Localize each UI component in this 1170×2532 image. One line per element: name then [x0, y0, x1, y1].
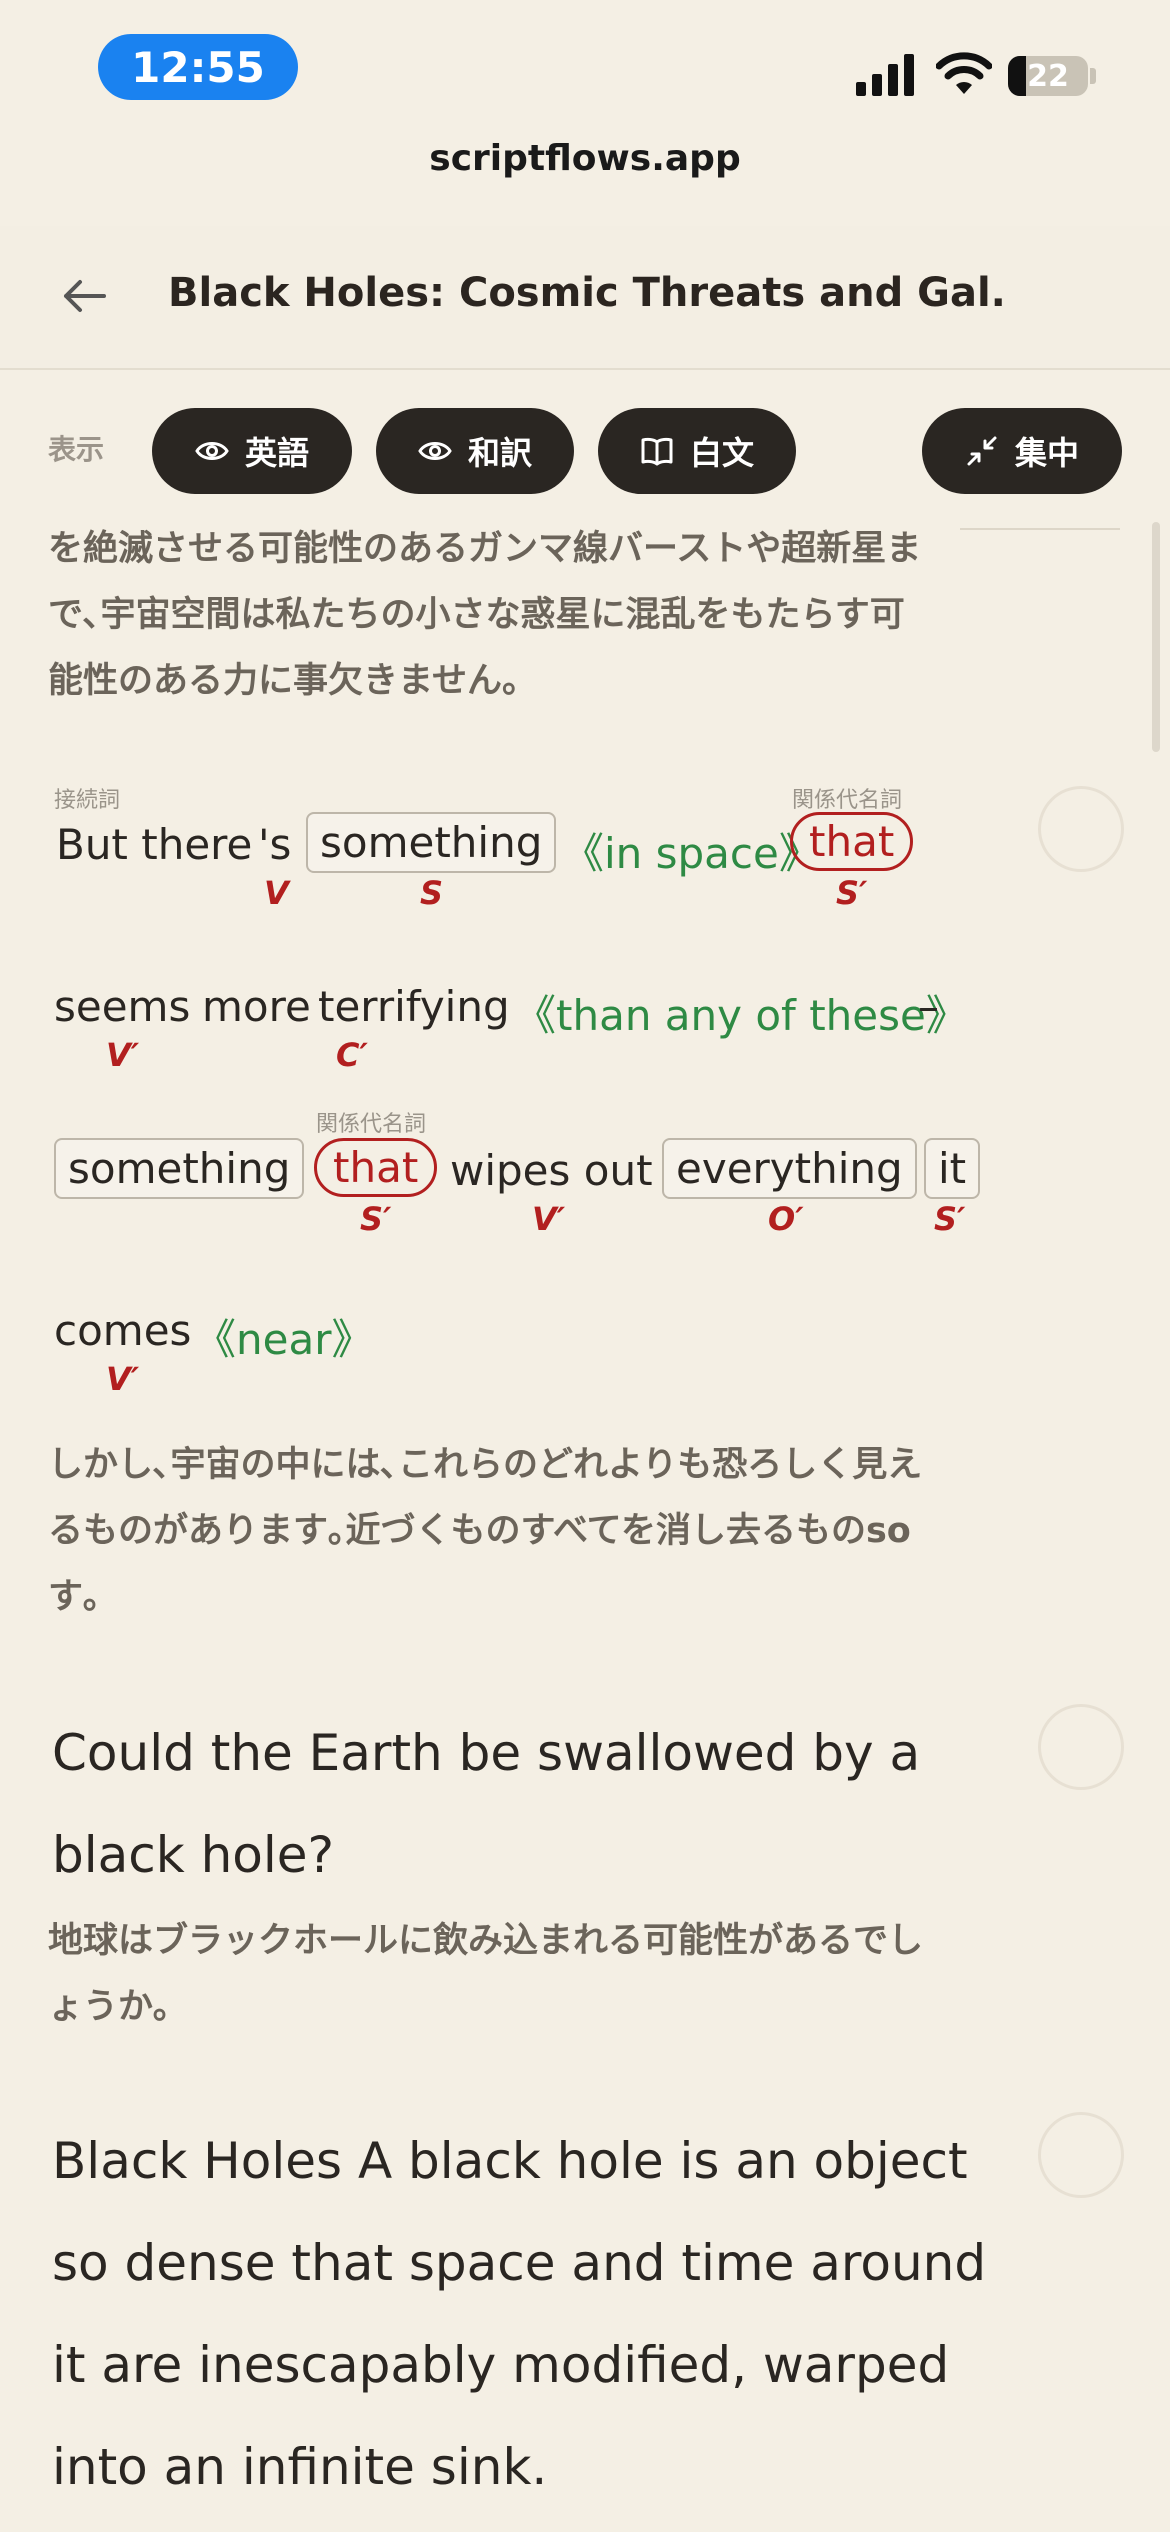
english-sentence[interactable]: Could the Earth be swallowed by a black …	[52, 1702, 1012, 1906]
translation-line: るものがあります｡近づくものすべてを消し去るものso	[48, 1511, 911, 1551]
display-label: 表示	[48, 433, 105, 466]
prepositional-phrase[interactable]: 《near》	[194, 1306, 373, 1367]
battery-cap	[1090, 68, 1096, 84]
back-arrow-icon[interactable]	[60, 274, 108, 318]
translation-paragraph: しかし､宇宙の中には､これらのどれよりも恐ろしく見え るものがあります｡近づくも…	[48, 1432, 998, 1630]
collapse-arrows-icon	[967, 436, 997, 466]
translation-line: 地球はブラックホールに飲み込まれる可能性があるでし	[48, 1921, 924, 1961]
dash-token: –	[918, 982, 939, 1031]
relative-pronoun-bubble[interactable]: that	[314, 1138, 438, 1197]
role-label-subject-clause: S′	[836, 874, 868, 912]
sentence-line: black hole?	[52, 1826, 335, 1884]
scrollbar[interactable]	[1152, 522, 1160, 752]
role-label-verb: V	[264, 874, 289, 912]
subject-phrase-box[interactable]: it	[924, 1138, 981, 1199]
sentence-line: it are inescapably modified, warped	[52, 2336, 950, 2394]
translation-paragraph: を絶滅させる可能性のあるガンマ線バーストや超新星ま で､宇宙空間は私たちの小さな…	[48, 516, 998, 714]
eye-icon	[418, 442, 452, 460]
role-label-object: O′	[768, 1200, 804, 1238]
word-token[interactable]: wipes out	[450, 1146, 653, 1195]
role-label-verb-clause: V′	[106, 1360, 140, 1398]
sentence-line: into an infinite sink.	[52, 2438, 548, 2496]
grammar-tag-conjunction: 接続詞	[54, 788, 121, 813]
relative-pronoun-bubble[interactable]: that	[790, 812, 914, 871]
translation-line: ょうか｡	[48, 1987, 171, 2027]
battery-level: 22	[1027, 58, 1069, 94]
role-label-complement: C′	[336, 1036, 368, 1074]
role-label-subject: S	[420, 874, 444, 912]
toggle-plain-text-button[interactable]: 白文	[598, 408, 796, 494]
url-label[interactable]: scriptflows.app	[0, 138, 1170, 179]
cellular-signal-icon	[856, 54, 914, 96]
focus-mode-button[interactable]: 集中	[922, 408, 1122, 494]
prepositional-phrase[interactable]: 《than any of these》	[514, 982, 968, 1043]
translation-paragraph: 地球はブラックホールに飲み込まれる可能性があるでし ょうか｡	[48, 1908, 998, 2040]
toggle-english-label: 英語	[244, 434, 309, 472]
word-token[interactable]: But there	[56, 820, 252, 869]
role-label-subject-clause: S′	[360, 1200, 392, 1238]
word-token[interactable]: 's	[258, 820, 291, 869]
toggle-translation-label: 和訳	[467, 434, 532, 472]
word-token[interactable]: seems	[54, 982, 190, 1031]
sentence-select-circle[interactable]	[1038, 2112, 1124, 2198]
translation-line: を絶滅させる可能性のあるガンマ線バーストや超新星ま	[48, 529, 922, 569]
toggle-english-button[interactable]: 英語	[152, 408, 352, 494]
prepositional-phrase[interactable]: 《in space》	[562, 820, 821, 881]
word-token[interactable]: terrifying	[318, 982, 510, 1031]
book-icon	[641, 437, 673, 466]
battery-icon: 22	[1008, 56, 1088, 96]
translation-line: で､宇宙空間は私たちの小さな惑星に混乱をもたらす可	[48, 595, 905, 635]
subject-phrase-box[interactable]: something	[54, 1138, 305, 1199]
role-label-verb-clause: V′	[106, 1036, 140, 1074]
subject-phrase-box[interactable]: something	[306, 812, 557, 873]
grammar-tag-relative-pronoun: 関係代名詞	[316, 1112, 427, 1137]
role-label-subject-clause: S′	[934, 1200, 966, 1238]
english-sentence[interactable]: Black Holes A black hole is an object so…	[52, 2110, 1012, 2518]
translation-line: す｡	[48, 1577, 101, 1617]
status-bar: 12:55 22 scriptflows.app	[0, 0, 1170, 179]
page-title: Black Holes: Cosmic Threats and Gal...	[168, 270, 1008, 316]
eye-icon	[195, 442, 229, 460]
status-time[interactable]: 12:55	[98, 34, 298, 100]
translation-line: 能性のある力に事欠きません。	[48, 661, 537, 701]
word-token[interactable]: more	[202, 982, 311, 1031]
focus-mode-label: 集中	[1014, 434, 1079, 472]
object-phrase-box[interactable]: everything	[662, 1138, 917, 1199]
sentence-select-circle[interactable]	[1038, 786, 1124, 872]
wifi-icon	[936, 52, 992, 94]
sentence-line: Could the Earth be swallowed by a	[52, 1724, 921, 1782]
toggle-plain-text-label: 白文	[689, 434, 754, 472]
page-header: Black Holes: Cosmic Threats and Gal...	[0, 226, 1170, 370]
word-token[interactable]: comes	[54, 1306, 191, 1355]
role-label-verb-clause: V′	[532, 1200, 566, 1238]
sentence-select-circle[interactable]	[1038, 1704, 1124, 1790]
translation-line: しかし､宇宙の中には､これらのどれよりも恐ろしく見え	[48, 1445, 923, 1485]
display-toolbar: 表示 英語 和訳 白文 集中	[0, 380, 1170, 530]
grammar-tag-relative-pronoun: 関係代名詞	[792, 788, 903, 813]
sentence-line: so dense that space and time around	[52, 2234, 987, 2292]
toggle-translation-button[interactable]: 和訳	[376, 408, 574, 494]
sentence-line: Black Holes A black hole is an object	[52, 2132, 968, 2190]
